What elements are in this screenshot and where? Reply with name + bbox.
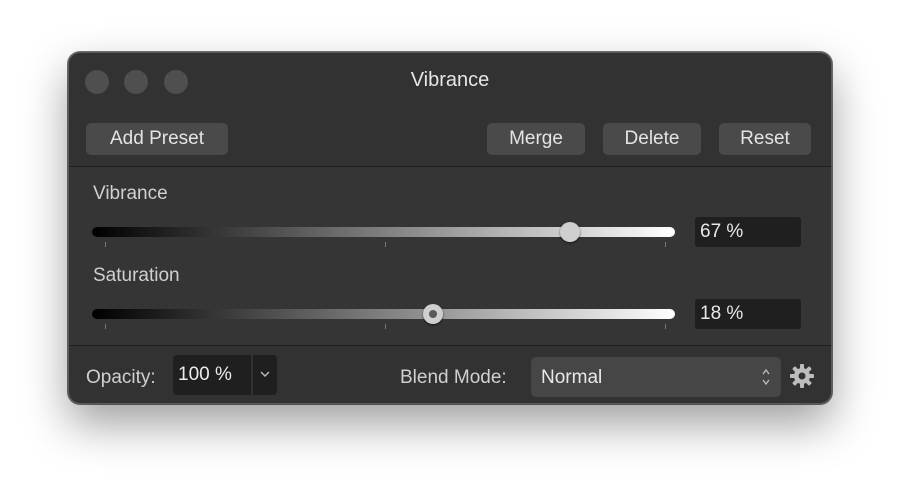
vibrance-dialog: Vibrance Add Preset Merge Delete Reset V… xyxy=(68,52,832,404)
saturation-value-field[interactable]: 18 % xyxy=(695,299,801,329)
up-down-arrows-icon xyxy=(762,368,770,386)
saturation-slider-track[interactable] xyxy=(92,309,675,319)
vibrance-label: Vibrance xyxy=(93,183,168,204)
reset-button[interactable]: Reset xyxy=(719,123,811,155)
vibrance-slider-track[interactable] xyxy=(92,227,675,237)
footer-divider xyxy=(69,345,831,346)
saturation-tick-mid xyxy=(385,324,386,329)
chevron-down-icon xyxy=(260,371,270,377)
blend-mode-value: Normal xyxy=(541,367,603,388)
saturation-label: Saturation xyxy=(93,265,180,286)
saturation-tick-min xyxy=(105,324,106,329)
vibrance-tick-max xyxy=(665,242,666,247)
vibrance-value-field[interactable]: 67 % xyxy=(695,217,801,247)
vibrance-slider-thumb[interactable] xyxy=(560,222,581,242)
blend-mode-label: Blend Mode: xyxy=(400,367,507,388)
title-bar[interactable]: Vibrance xyxy=(69,53,831,109)
gear-icon[interactable] xyxy=(789,363,815,389)
vibrance-tick-mid xyxy=(385,242,386,247)
saturation-slider-thumb[interactable] xyxy=(423,304,444,324)
saturation-tick-max xyxy=(665,324,666,329)
add-preset-button[interactable]: Add Preset xyxy=(86,123,228,155)
opacity-input[interactable]: 100 % xyxy=(173,355,251,395)
adjustments-panel: Vibrance 67 % Saturation 18 % xyxy=(69,167,831,345)
blend-mode-select[interactable]: Normal xyxy=(531,357,781,397)
merge-button[interactable]: Merge xyxy=(487,123,585,155)
opacity-dropdown-button[interactable] xyxy=(253,355,277,395)
opacity-label: Opacity: xyxy=(86,367,156,388)
window-title: Vibrance xyxy=(410,69,490,91)
delete-button[interactable]: Delete xyxy=(603,123,701,155)
vibrance-tick-min xyxy=(105,242,106,247)
